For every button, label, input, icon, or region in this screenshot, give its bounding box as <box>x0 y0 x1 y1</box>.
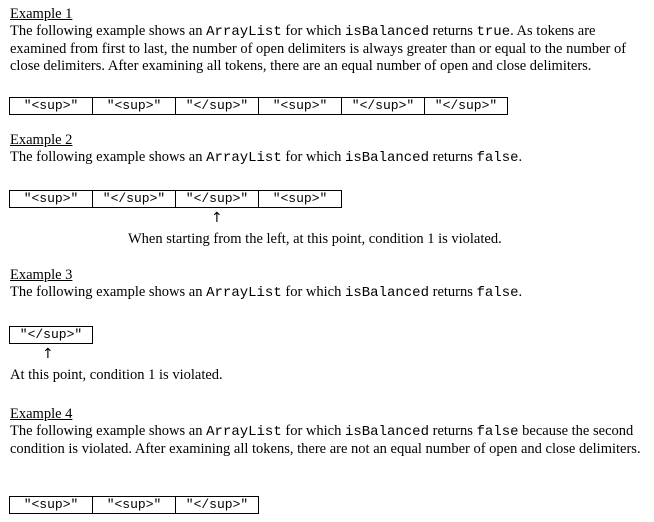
example-1-token-list: "<sup>" "<sup>" "</sup>" "<sup>" "</sup>… <box>9 97 508 115</box>
token-cell: "</sup>" <box>176 191 259 207</box>
token-cell: "<sup>" <box>10 497 93 513</box>
token-cell: "<sup>" <box>93 98 176 114</box>
code-arraylist: ArrayList <box>206 150 282 166</box>
example-4-description: The following example shows an ArrayList… <box>10 423 641 457</box>
token-cell: "</sup>" <box>342 98 425 114</box>
example-1: Example 1 The following example shows an… <box>10 6 646 75</box>
example-1-heading: Example 1 <box>10 6 73 22</box>
code-isbalanced: isBalanced <box>344 285 429 301</box>
token-cell: "<sup>" <box>259 191 342 207</box>
code-arraylist: ArrayList <box>206 424 282 440</box>
example-1-description: The following example shows an ArrayList… <box>10 23 627 74</box>
example-3-description: The following example shows an ArrayList… <box>10 284 523 301</box>
token-cell: "</sup>" <box>10 327 93 343</box>
example-2-description: The following example shows an ArrayList… <box>10 149 523 166</box>
code-isbalanced: isBalanced <box>344 424 429 440</box>
up-arrow-icon: ↑ <box>211 210 223 226</box>
code-isbalanced: isBalanced <box>344 150 429 166</box>
code-arraylist: ArrayList <box>206 285 282 301</box>
code-isbalanced: isBalanced <box>344 24 429 40</box>
token-cell: "<sup>" <box>10 98 93 114</box>
example-3-token-list: "</sup>" <box>9 326 93 344</box>
code-return-value: false <box>476 285 519 301</box>
code-return-value: false <box>476 150 519 166</box>
up-arrow-icon: ↑ <box>42 346 54 362</box>
example-3-heading: Example 3 <box>10 267 73 283</box>
token-cell: "<sup>" <box>10 191 93 207</box>
code-return-value: false <box>476 424 519 440</box>
token-cell: "</sup>" <box>176 98 259 114</box>
example-2-heading: Example 2 <box>10 132 73 148</box>
token-cell: "</sup>" <box>93 191 176 207</box>
example-4-token-list: "<sup>" "<sup>" "</sup>" <box>9 496 259 514</box>
example-4: Example 4 The following example shows an… <box>10 406 646 458</box>
example-3: Example 3 The following example shows an… <box>10 267 646 302</box>
example-3-note: At this point, condition 1 is violated. <box>10 367 223 383</box>
token-cell: "</sup>" <box>176 497 259 513</box>
token-cell: "</sup>" <box>425 98 508 114</box>
code-arraylist: ArrayList <box>206 24 282 40</box>
example-2-note: When starting from the left, at this poi… <box>128 231 502 247</box>
example-2-token-list: "<sup>" "</sup>" "</sup>" "<sup>" <box>9 190 342 208</box>
code-return-value: true <box>476 24 511 40</box>
example-2: Example 2 The following example shows an… <box>10 132 646 167</box>
token-cell: "<sup>" <box>93 497 176 513</box>
token-cell: "<sup>" <box>259 98 342 114</box>
example-4-heading: Example 4 <box>10 406 73 422</box>
